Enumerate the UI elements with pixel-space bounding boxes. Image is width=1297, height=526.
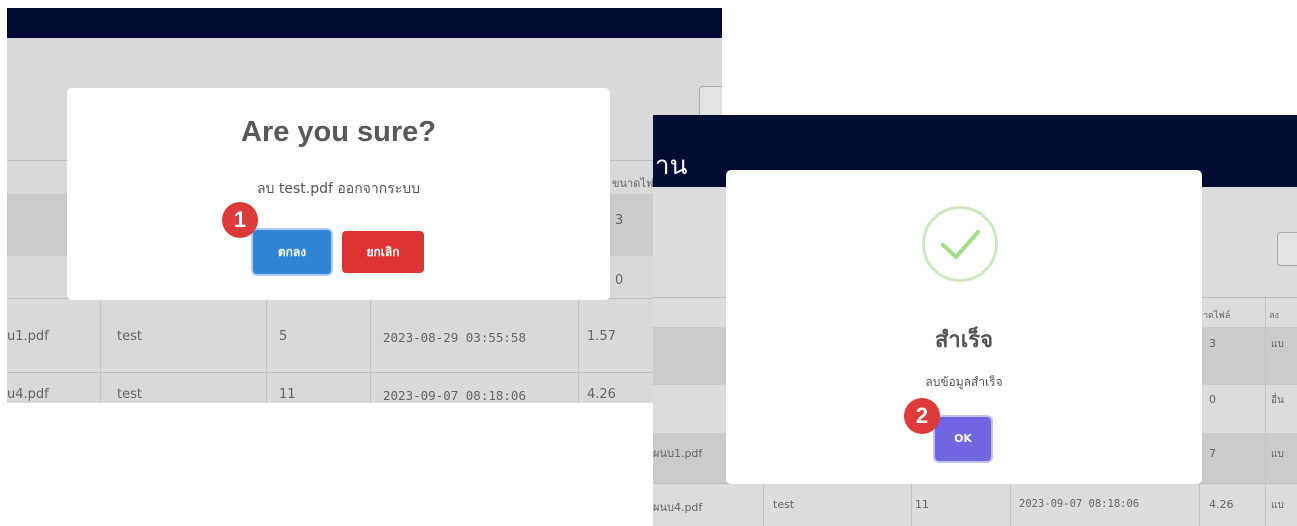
cell-user: test (117, 329, 142, 344)
cell-user: test (117, 387, 142, 402)
column-header-filesize: าดไฟล์ (1203, 311, 1231, 321)
table-col-divider (1010, 483, 1011, 526)
cell-type: อื่น (1271, 395, 1284, 406)
ok-button[interactable]: OK (935, 417, 991, 461)
dialog-message: ลบข้อมูลสำเร็จ (925, 375, 1003, 389)
cell-filename: ผนบ4.pdf (653, 501, 703, 514)
cell-size: 1.57 (587, 329, 616, 344)
cell-filename: u1.pdf (7, 329, 49, 344)
step-badge-1: 1 (222, 202, 258, 238)
cell-size: 0 (1209, 393, 1216, 406)
cell-date: 2023-08-29 03:55:58 (383, 330, 526, 345)
cell-user: test (773, 498, 795, 511)
cell-pages: 5 (279, 329, 288, 344)
confirm-dialog: Are you sure? ลบ test.pdf ออกจากระบบ ตกล… (67, 88, 610, 300)
table-col-divider (911, 483, 912, 526)
success-dialog: สำเร็จ ลบข้อมูลสำเร็จ OK (726, 170, 1202, 484)
top-navbar (7, 8, 722, 38)
table-col-divider (1265, 295, 1266, 526)
table-col-divider (266, 298, 267, 403)
cell-pages: 11 (279, 387, 296, 402)
cell-size: 0 (615, 273, 624, 288)
cell-size: 4.26 (1209, 498, 1234, 511)
column-header: ลง (1269, 311, 1279, 321)
confirm-button[interactable]: ตกลง (253, 230, 331, 274)
cell-filename: ผนบ1.pdf (653, 447, 703, 460)
cell-type: แบ (1271, 500, 1284, 511)
cell-date: 2023-09-07 08:18:06 (383, 388, 526, 403)
table-col-divider (370, 298, 371, 403)
dialog-message: ลบ test.pdf ออกจากระบบ (256, 181, 421, 197)
step-badge-2: 2 (904, 398, 940, 434)
panel-delete-success: าน าดไฟล์ ลง 3 0 7 แบ อื่น แบ ผนบ1.pdf ผ… (653, 115, 1297, 526)
dialog-title: สำเร็จ (934, 328, 993, 353)
dialog-title: Are you sure? (241, 116, 436, 148)
cell-type: แบ (1271, 449, 1284, 460)
table-col-divider (100, 298, 101, 403)
cancel-button[interactable]: ยกเลิก (342, 231, 424, 273)
nav-title-fragment: าน (655, 151, 688, 181)
cell-size: 7 (1209, 447, 1216, 460)
cell-size: 3 (1209, 337, 1216, 350)
partial-button[interactable] (1277, 232, 1297, 266)
cell-size: 4.26 (587, 387, 616, 402)
panel-confirm-delete: ขนาดไฟล์ 3 0 u1.pdf test 5 2023-08-29 03… (7, 8, 722, 403)
cell-type: แบ (1271, 339, 1284, 350)
cell-size: 3 (615, 213, 624, 228)
cell-pages: 11 (915, 498, 929, 511)
success-check-icon (922, 206, 998, 282)
table-col-divider (763, 483, 764, 526)
partial-button[interactable] (699, 86, 722, 118)
cell-date: 2023-09-07 08:18:06 (1019, 498, 1140, 510)
cell-filename: u4.pdf (7, 387, 49, 402)
table-divider (7, 372, 722, 373)
